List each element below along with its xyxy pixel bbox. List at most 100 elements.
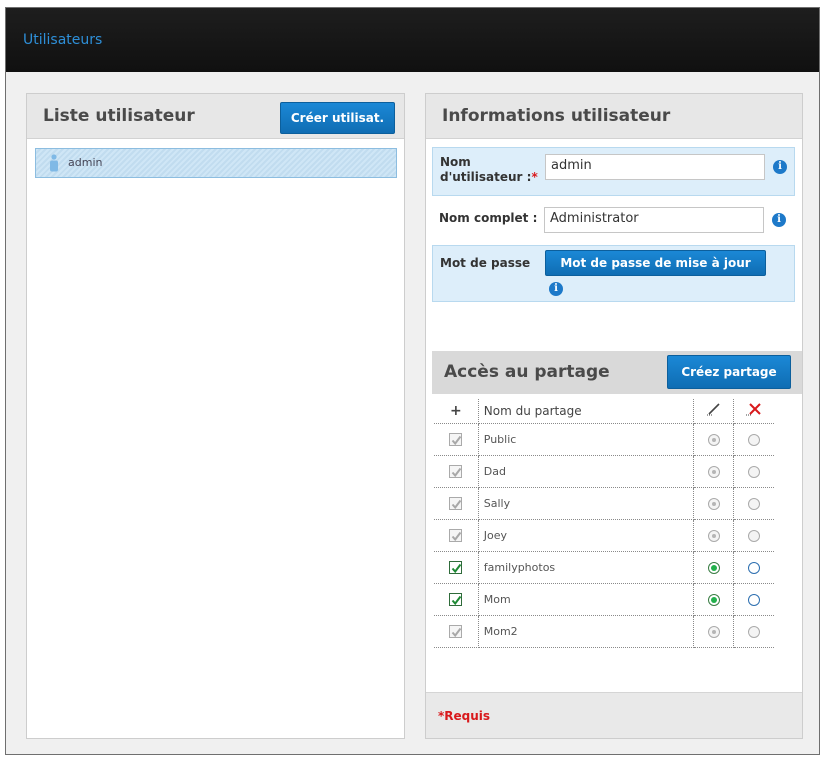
read-write-cell [693,455,735,488]
share-row: Sally [434,487,774,520]
info-icon[interactable]: i [773,160,787,174]
password-label: Mot de passe [440,256,531,270]
checkmark-icon [452,627,462,637]
no-access-cell [733,551,774,584]
read-write-cell [693,423,735,456]
share-row: Joey [434,519,774,552]
share-name: Public [478,423,695,456]
user-list-header: Liste utilisateur Créer utilisat. [27,94,404,139]
checkmark-icon [452,435,462,445]
no-access-radio [748,497,761,510]
share-access-cell [434,615,479,648]
share-row: Mom2 [434,615,774,648]
no-access-cell [733,423,774,456]
user-list-item[interactable]: admin [35,148,397,178]
username-label-line1: Nom [440,155,471,169]
read-write-radio [707,433,720,446]
share-name: familyphotos [478,551,695,584]
read-write-radio[interactable] [707,593,720,606]
create-user-button[interactable]: Créer utilisat. [280,102,395,134]
checkmark-icon [452,499,462,509]
share-name-column-header: Nom du partage [478,399,695,424]
read-write-radio [707,497,720,510]
update-password-button[interactable]: Mot de passe de mise à jour [545,250,766,276]
password-row: Mot de passe Mot de passe de mise à jour… [432,245,795,302]
share-access-cell [434,519,479,552]
user-name: admin [68,156,103,169]
required-marker: * [531,170,538,184]
share-access-cell [434,423,479,456]
share-name: Dad [478,455,695,488]
top-bar: Utilisateurs [6,8,819,72]
user-info-header: Informations utilisateur [426,94,802,139]
username-field[interactable]: admin [545,154,765,180]
user-info-panel: Informations utilisateur Nom d'utilisate… [425,93,803,739]
required-note: *Requis [438,709,491,723]
info-icon[interactable]: i [549,282,563,296]
read-write-cell [693,551,735,584]
plus-icon[interactable]: + [450,403,462,419]
share-name: Mom2 [478,615,695,648]
user-list-title: Liste utilisateur [43,106,195,126]
share-checkbox[interactable] [449,592,463,606]
username-label: Nom d'utilisateur :* [440,155,538,185]
checkmark-icon [452,563,462,573]
share-checkbox [449,432,463,446]
read-write-cell [693,519,735,552]
pencil-icon [706,403,720,416]
share-row: Public [434,423,774,456]
user-list-panel: Liste utilisateur Créer utilisat. admin [26,93,405,739]
red-x-icon [746,403,761,416]
info-icon[interactable]: i [772,213,786,227]
share-row: Dad [434,455,774,488]
no-access-cell [733,455,774,488]
content-area: Liste utilisateur Créer utilisat. admin … [6,72,819,754]
panel-footer: *Requis [426,692,802,738]
share-access-cell [434,583,479,616]
app-window: Utilisateurs Liste utilisateur Créer uti… [5,7,820,755]
no-access-radio [748,529,761,542]
no-access-radio [748,465,761,478]
add-share-column[interactable]: + [434,399,479,424]
checkmark-icon [452,595,462,605]
no-access-cell [733,583,774,616]
username-row: Nom d'utilisateur :* admin i [432,147,795,196]
no-access-radio[interactable] [748,593,761,606]
share-row: familyphotos [434,551,774,584]
read-write-column-header [693,399,735,424]
checkmark-icon [452,467,462,477]
create-share-button[interactable]: Créez partage [667,355,791,389]
no-access-cell [733,615,774,648]
username-label-line2: d'utilisateur : [440,170,532,184]
share-checkbox [449,464,463,478]
read-write-radio [707,625,720,638]
share-access-cell [434,455,479,488]
share-name: Mom [478,583,695,616]
share-checkbox[interactable] [449,560,463,574]
user-info-title: Informations utilisateur [442,106,671,126]
share-access-header: Accès au partage Créez partage [432,351,802,394]
fullname-label: Nom complet : [439,211,538,225]
no-access-cell [733,487,774,520]
no-access-radio[interactable] [748,561,761,574]
user-icon [50,154,58,172]
checkmark-icon [452,531,462,541]
read-write-cell [693,583,735,616]
share-checkbox [449,528,463,542]
no-access-radio [748,433,761,446]
share-name: Sally [478,487,695,520]
share-table-header: + Nom du partage [434,399,774,424]
no-access-cell [733,519,774,552]
share-row: Mom [434,583,774,616]
read-write-cell [693,615,735,648]
share-access-cell [434,551,479,584]
read-write-radio [707,529,720,542]
fullname-row: Nom complet : Administrator i [432,202,795,242]
share-access-table: + Nom du partage Public Dad Sally Joey f… [434,399,774,648]
read-write-radio [707,465,720,478]
share-checkbox [449,496,463,510]
no-access-radio [748,625,761,638]
page-title: Utilisateurs [23,32,103,48]
read-write-radio[interactable] [707,561,720,574]
fullname-field[interactable]: Administrator [544,207,764,233]
